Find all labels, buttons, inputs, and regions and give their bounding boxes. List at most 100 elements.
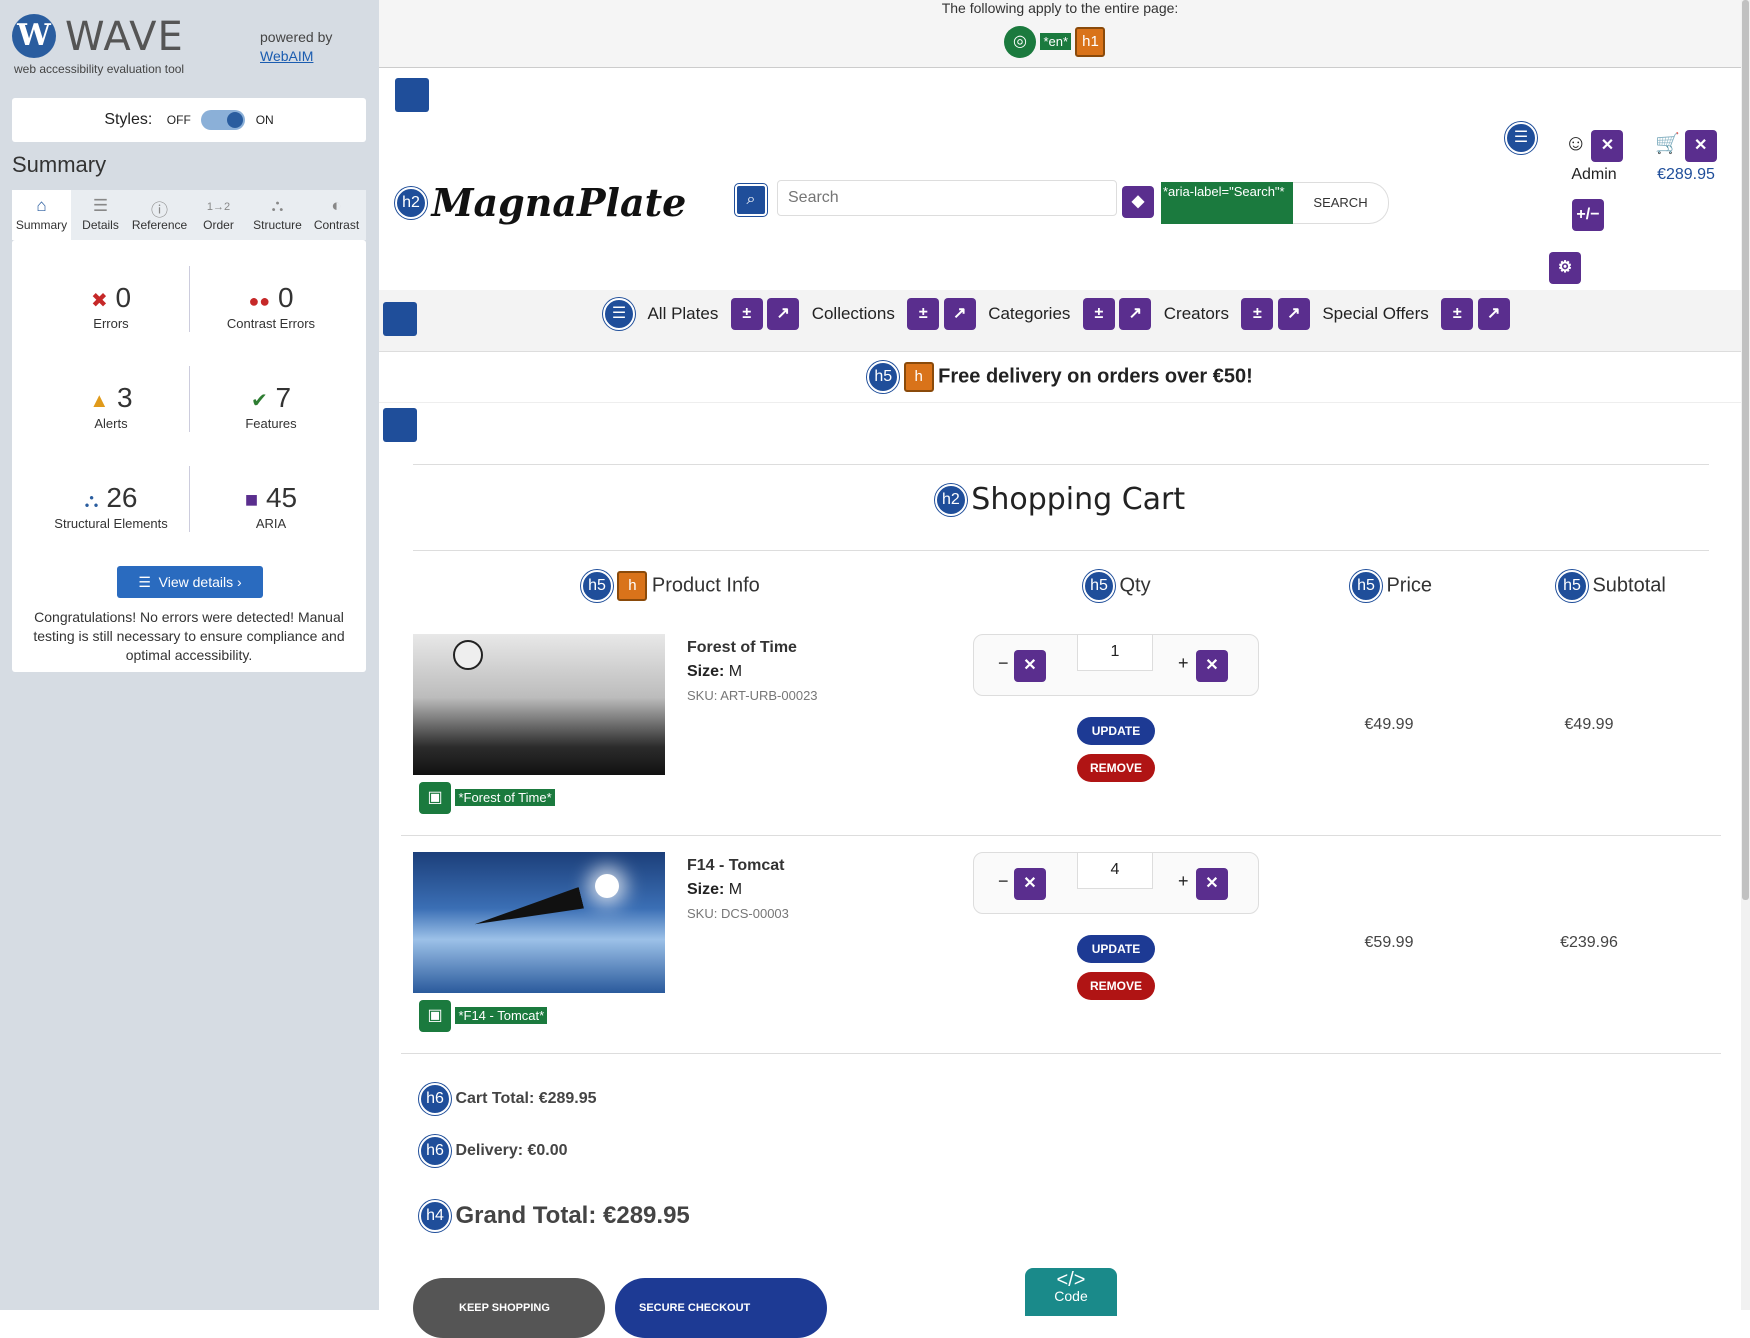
image-alt-icon[interactable]: ▣ [419,782,451,814]
language-globe-icon[interactable]: ◎ [1004,26,1036,58]
search-input[interactable] [777,180,1117,216]
styles-toggle[interactable] [201,109,246,130]
divider [401,835,1721,836]
page-banner-icons: ◎ *en* h1 [1004,26,1106,58]
aria-popup-icon[interactable]: ↗ [1119,298,1152,330]
cart-link[interactable]: 🛒 ✕ €289.95 [1643,130,1729,184]
h5-heading-icon[interactable]: h5 [1350,570,1382,602]
aria-hidden-icon[interactable]: ✕ [1014,650,1046,682]
aria-tag-icon[interactable]: ◆ [1122,186,1154,218]
tab-structure[interactable]: ⛬ Structure [248,190,307,240]
scrollbar-thumb[interactable] [1742,0,1749,900]
aria-expanded-icon[interactable]: ± [1241,298,1274,330]
h5-heading-icon[interactable]: h5 [1083,570,1115,602]
nav-creators[interactable]: Creators [1164,304,1229,323]
h5-heading-icon[interactable]: h5 [1556,570,1588,602]
size-label: Size: [687,663,725,680]
quantity-input[interactable]: 1 [1077,635,1153,671]
aria-popup-icon[interactable]: ↗ [1477,298,1510,330]
nav-collections[interactable]: Collections [812,304,895,323]
nav-landmark-icon[interactable] [383,302,417,336]
h6-heading-icon[interactable]: h6 [419,1135,451,1167]
list-icon: ☰ [138,574,151,590]
h5-heading-icon[interactable]: h5 [581,570,613,602]
update-button[interactable]: UPDATE [1077,935,1155,963]
webaim-link[interactable]: WebAIM [260,48,313,64]
alert-icon: ▲ [89,390,110,412]
quantity-input[interactable]: 4 [1077,853,1153,889]
heading-alert-icon[interactable]: h [903,362,934,392]
image-alt-icon[interactable]: ▣ [419,1000,451,1032]
stat-alerts: ▲ 3 Alerts [36,382,186,431]
search-button[interactable]: SEARCH [1293,182,1389,224]
nav-special-offers[interactable]: Special Offers [1322,304,1428,323]
list-icon[interactable]: ☰ [603,298,635,330]
header-landmark-icon[interactable] [395,78,429,112]
remove-button[interactable]: REMOVE [1077,754,1155,782]
h5-heading-icon[interactable]: h5 [867,361,900,393]
aria-popup-icon[interactable]: ↗ [1277,298,1310,330]
increase-button[interactable]: + [1178,871,1189,892]
tab-summary[interactable]: ⌂ Summary [12,190,71,240]
aria-expanded-icon[interactable]: +/− [1572,199,1604,231]
main-landmark-icon[interactable] [383,408,417,442]
h4-heading-icon[interactable]: h4 [419,1200,451,1232]
list-icon[interactable]: ☰ [1505,122,1537,154]
brand-logo[interactable]: MagnaPlate [431,180,686,225]
aria-expanded-icon[interactable]: ± [1441,298,1474,330]
tab-reference[interactable]: ⓘ Reference [130,190,189,240]
page-viewport: The following apply to the entire page: … [379,0,1750,1338]
structure-icon: ⛬ [84,490,99,512]
error-icon: ✖ [90,290,108,312]
contrast-error-icon: ●● [248,291,271,311]
scrollbar[interactable] [1741,0,1750,1310]
nav-categories[interactable]: Categories [988,304,1070,323]
aria-hidden-icon[interactable]: ✕ [1196,868,1228,900]
aria-popup-icon[interactable]: ↗ [767,298,800,330]
h1-alert-icon[interactable]: h1 [1075,27,1106,57]
item-subtotal: €239.96 [1560,934,1618,951]
delivery-total: Delivery: €0.00 [455,1142,568,1159]
decrease-button[interactable]: − [998,871,1009,892]
update-button[interactable]: UPDATE [1077,717,1155,745]
nav-all-plates[interactable]: All Plates [647,304,718,323]
tab-label: Summary [15,218,68,232]
h2-heading-icon[interactable]: h2 [395,186,427,219]
tab-order[interactable]: 1→2 Order [189,190,248,240]
code-toggle-button[interactable]: </> Code [1025,1268,1117,1316]
product-name[interactable]: Forest of Time [687,636,818,660]
size-label: Size: [687,881,725,898]
aria-menu-icon[interactable]: ⚙ [1549,252,1581,284]
h2-heading-icon[interactable]: h2 [934,483,967,516]
tab-label: Details [82,218,119,232]
tab-contrast[interactable]: ◐ Contrast [307,190,366,240]
heading-alert-icon[interactable]: h [617,571,648,601]
h6-heading-icon[interactable]: h6 [419,1083,451,1115]
aria-expanded-icon[interactable]: ± [907,298,940,330]
product-name[interactable]: F14 - Tomcat [687,854,789,878]
aria-hidden-icon[interactable]: ✕ [1684,130,1717,162]
remove-button[interactable]: REMOVE [1077,972,1155,1000]
aria-popup-icon[interactable]: ↗ [943,298,976,330]
structural-label: Structural Elements [54,516,168,531]
aria-hidden-icon[interactable]: ✕ [1591,130,1624,162]
decrease-button[interactable]: − [998,653,1009,674]
aria-hidden-icon[interactable]: ✕ [1014,868,1046,900]
product-image-f14-tomcat[interactable] [413,852,665,993]
sidebar-tabs: ⌂ Summary ☰ Details ⓘ Reference 1→2 Order ⛬ S… [12,190,366,240]
view-details-button[interactable]: ☰ View details › [117,566,263,598]
col-product-info: h5 h Product Info [581,570,760,602]
secure-checkout-button[interactable]: SECURE CHECKOUT [615,1278,827,1338]
increase-button[interactable]: + [1178,653,1189,674]
aria-expanded-icon[interactable]: ± [730,298,763,330]
search-form-icon[interactable]: ⌕ [735,184,767,216]
promo-bar: h5 h Free delivery on orders over €50! [379,353,1741,403]
aria-hidden-icon[interactable]: ✕ [1196,650,1228,682]
product-image-forest-of-time[interactable] [413,634,665,775]
image-alt-annotation: ▣ *Forest of Time* [419,782,555,814]
account-link[interactable]: ☺ ✕ Admin [1551,130,1637,184]
tab-details[interactable]: ☰ Details [71,190,130,240]
aria-expanded-icon[interactable]: ± [1082,298,1115,330]
nav-items: ☰ All Plates ± ↗ Collections ± ↗ Categor… [603,298,1510,330]
keep-shopping-button[interactable]: KEEP SHOPPING [413,1278,605,1338]
